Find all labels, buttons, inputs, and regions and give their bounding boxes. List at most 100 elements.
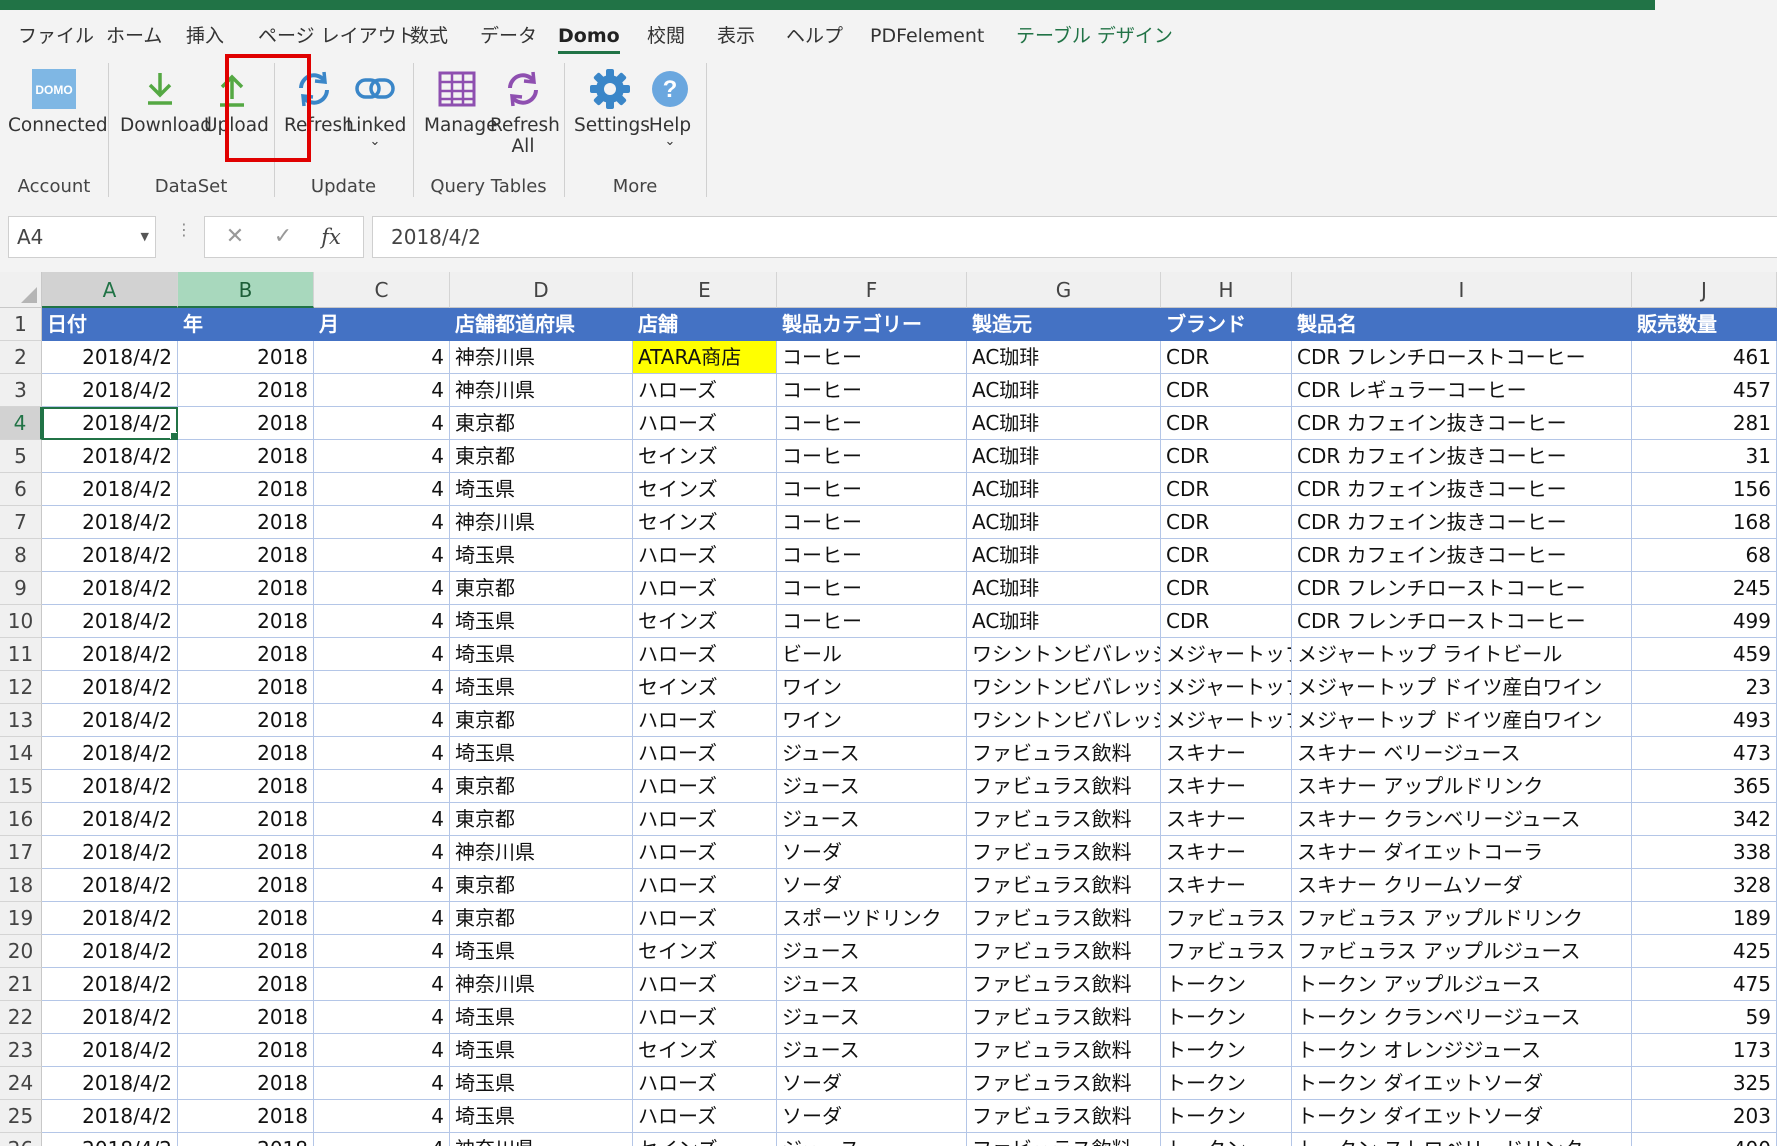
table-cell[interactable]: 2018/4/2 [42, 539, 178, 572]
column-header-c[interactable]: C [314, 272, 450, 308]
table-cell[interactable]: トークン クランベリージュース [1292, 1001, 1632, 1034]
table-cell[interactable]: スポーツドリンク [777, 902, 967, 935]
table-cell[interactable]: セインズ [633, 1133, 777, 1146]
table-cell[interactable]: 2018 [178, 671, 314, 704]
name-box[interactable]: A4 ▼ [8, 216, 156, 258]
table-cell[interactable]: ハローズ [633, 836, 777, 869]
connected-button[interactable]: DOMO Connected [8, 63, 108, 136]
table-cell[interactable]: ハローズ [633, 374, 777, 407]
table-cell[interactable]: CDR [1161, 572, 1292, 605]
table-cell[interactable]: セインズ [633, 605, 777, 638]
table-cell[interactable]: トークン ダイエットソーダ [1292, 1067, 1632, 1100]
column-header-i[interactable]: I [1292, 272, 1632, 308]
table-cell[interactable]: 2018/4/2 [42, 968, 178, 1001]
table-header-cell[interactable]: 製造元 [967, 308, 1161, 341]
table-cell[interactable]: 2018 [178, 506, 314, 539]
table-cell[interactable]: ファビュラス飲料 [967, 869, 1161, 902]
table-cell[interactable]: 31 [1632, 440, 1777, 473]
refresh-all-button[interactable]: Refresh All [490, 63, 560, 157]
table-cell[interactable]: 2018 [178, 572, 314, 605]
row-header-7[interactable]: 7 [0, 506, 42, 539]
table-cell[interactable]: CDR [1161, 341, 1292, 374]
table-cell[interactable]: スキナー ベリージュース [1292, 737, 1632, 770]
table-cell[interactable]: コーヒー [777, 440, 967, 473]
table-cell[interactable]: ファビュラス アップルジュース [1292, 935, 1632, 968]
upload-button[interactable]: Upload [204, 63, 269, 136]
row-header-9[interactable]: 9 [0, 572, 42, 605]
table-cell[interactable]: 4 [314, 704, 450, 737]
table-cell[interactable]: 2018 [178, 341, 314, 374]
table-cell[interactable]: トークン [1161, 1034, 1292, 1067]
table-cell[interactable]: 4 [314, 605, 450, 638]
table-cell[interactable]: スキナー クリームソーダ [1292, 869, 1632, 902]
row-header-5[interactable]: 5 [0, 440, 42, 473]
table-cell[interactable]: 東京都 [450, 803, 633, 836]
table-cell[interactable]: 156 [1632, 473, 1777, 506]
table-cell[interactable]: ビール [777, 638, 967, 671]
table-cell[interactable]: 4 [314, 770, 450, 803]
table-cell[interactable]: CDR カフェイン抜きコーヒー [1292, 440, 1632, 473]
row-header-23[interactable]: 23 [0, 1034, 42, 1067]
table-cell[interactable]: 4 [314, 935, 450, 968]
column-header-f[interactable]: F [777, 272, 967, 308]
table-cell[interactable]: トークン [1161, 968, 1292, 1001]
table-cell[interactable]: コーヒー [777, 506, 967, 539]
linked-button[interactable]: Linked ⌄ [346, 63, 406, 148]
table-cell[interactable]: 埼玉県 [450, 605, 633, 638]
table-cell[interactable]: 2018/4/2 [42, 1067, 178, 1100]
table-cell[interactable]: 4 [314, 440, 450, 473]
table-cell[interactable]: 2018 [178, 407, 314, 440]
table-cell[interactable]: 2018 [178, 1034, 314, 1067]
table-cell[interactable]: ワシントンビバレッジ [967, 638, 1161, 671]
table-cell[interactable]: ハローズ [633, 803, 777, 836]
table-cell[interactable]: 2018 [178, 869, 314, 902]
formula-bar-grip-icon[interactable]: ⋮ [176, 222, 192, 238]
row-header-20[interactable]: 20 [0, 935, 42, 968]
table-cell[interactable]: 4 [314, 671, 450, 704]
row-header-6[interactable]: 6 [0, 473, 42, 506]
table-cell[interactable]: 59 [1632, 1001, 1777, 1034]
table-cell[interactable]: CDR [1161, 374, 1292, 407]
table-cell[interactable]: トークン [1161, 1133, 1292, 1146]
table-cell[interactable]: CDR カフェイン抜きコーヒー [1292, 407, 1632, 440]
table-cell[interactable]: 2018/4/2 [42, 638, 178, 671]
table-header-cell[interactable]: 日付 [42, 308, 178, 341]
table-cell[interactable]: 2018 [178, 935, 314, 968]
table-cell[interactable]: 2018 [178, 638, 314, 671]
table-cell[interactable]: トークン [1161, 1067, 1292, 1100]
table-cell[interactable]: ハローズ [633, 407, 777, 440]
table-cell[interactable]: AC珈琲 [967, 605, 1161, 638]
table-cell[interactable]: ジュース [777, 1133, 967, 1146]
table-cell[interactable]: 東京都 [450, 902, 633, 935]
table-cell[interactable]: 2018 [178, 1001, 314, 1034]
table-cell[interactable]: 4 [314, 1001, 450, 1034]
table-cell[interactable]: ファビュラス飲料 [967, 1001, 1161, 1034]
table-cell[interactable]: ファビュラス飲料 [967, 803, 1161, 836]
column-header-b[interactable]: B [178, 272, 314, 308]
table-cell[interactable]: 埼玉県 [450, 539, 633, 572]
column-header-j[interactable]: J [1632, 272, 1777, 308]
table-cell[interactable]: 493 [1632, 704, 1777, 737]
table-cell[interactable]: 4 [314, 374, 450, 407]
table-cell[interactable]: 473 [1632, 737, 1777, 770]
table-cell[interactable]: ジュース [777, 803, 967, 836]
row-header-2[interactable]: 2 [0, 341, 42, 374]
table-cell[interactable]: 2018/4/2 [42, 704, 178, 737]
table-cell[interactable]: メジャートップ ドイツ産白ワイン [1292, 704, 1632, 737]
table-cell[interactable]: セインズ [633, 440, 777, 473]
table-cell[interactable]: セインズ [633, 473, 777, 506]
row-header-3[interactable]: 3 [0, 374, 42, 407]
table-cell[interactable]: 457 [1632, 374, 1777, 407]
table-cell[interactable]: 475 [1632, 968, 1777, 1001]
refresh-button[interactable]: Refresh [284, 63, 354, 136]
table-cell[interactable]: コーヒー [777, 605, 967, 638]
row-header-22[interactable]: 22 [0, 1001, 42, 1034]
table-cell[interactable]: ファビュラス飲料 [967, 935, 1161, 968]
table-cell[interactable]: 325 [1632, 1067, 1777, 1100]
table-cell[interactable]: 2018 [178, 605, 314, 638]
table-cell[interactable]: 499 [1632, 605, 1777, 638]
table-cell[interactable]: CDR [1161, 473, 1292, 506]
table-cell[interactable]: 神奈川県 [450, 374, 633, 407]
table-cell[interactable]: 4 [314, 1100, 450, 1133]
table-cell[interactable]: CDR カフェイン抜きコーヒー [1292, 539, 1632, 572]
